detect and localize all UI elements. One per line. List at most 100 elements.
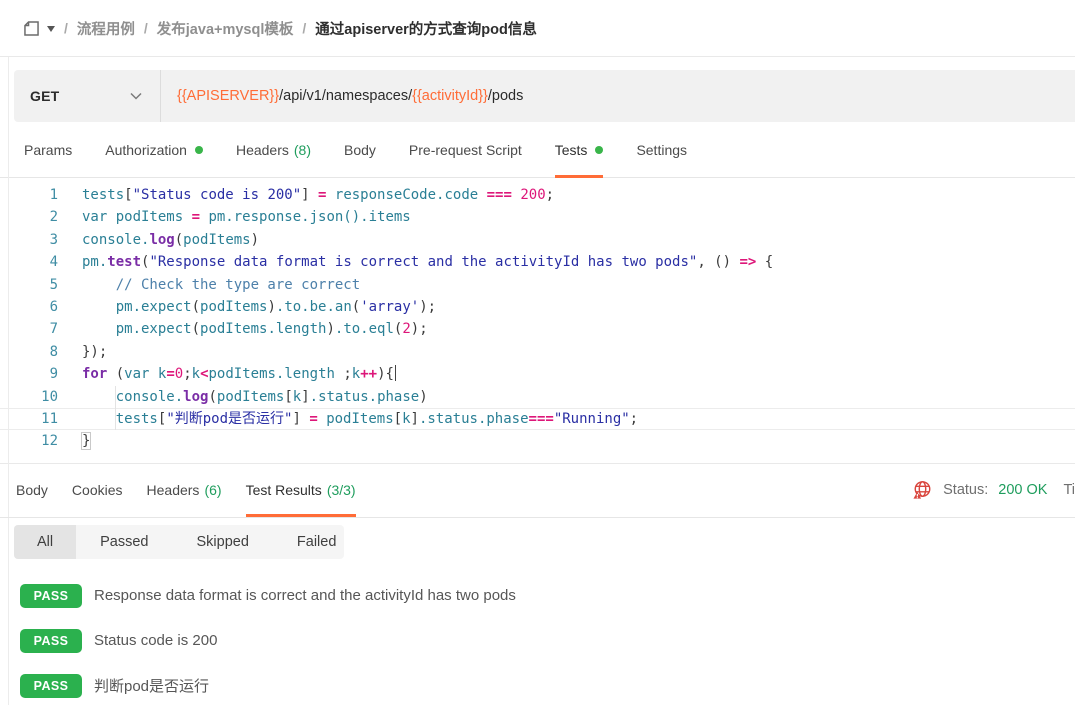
- test-result-label: Response data format is correct and the …: [94, 587, 516, 604]
- tab-headers[interactable]: Headers (8): [236, 123, 311, 178]
- filter-all[interactable]: All: [14, 525, 76, 559]
- tab-label: Test Results: [246, 482, 322, 498]
- tab-label: Authorization: [105, 142, 187, 158]
- test-result-label: 判断pod是否运行: [94, 675, 209, 696]
- test-result-filter: AllPassedSkippedFailed: [14, 525, 344, 559]
- tab-label: Headers: [236, 142, 289, 158]
- tab-label: Params: [24, 142, 72, 158]
- url-path-segment: /pods: [488, 88, 523, 104]
- code-token: test: [107, 254, 141, 270]
- code-line: 10 console.log(podItems[k].status.phase): [0, 386, 1075, 408]
- code-token: =: [192, 209, 200, 225]
- code-token: );: [419, 299, 436, 315]
- method-selector[interactable]: GET: [14, 70, 160, 122]
- code-token: =: [166, 366, 174, 382]
- code-line: 2var podItems = pm.response.json().items: [0, 206, 1075, 228]
- file-icon: [22, 19, 41, 38]
- status-label: Status:: [943, 482, 988, 498]
- filter-skipped[interactable]: Skipped: [173, 525, 273, 559]
- test-result-row[interactable]: PASSStatus code is 200: [20, 629, 1075, 653]
- indent-guide: [115, 408, 116, 430]
- code-token: podItems.length: [200, 321, 326, 337]
- code-token: 2: [402, 321, 410, 337]
- request-url-bar: GET {{APISERVER}}/api/v1/namespaces/{{ac…: [14, 70, 1075, 122]
- code-token: responseCode.code: [326, 187, 486, 203]
- tab-label: Tests: [555, 142, 588, 158]
- code-token: ]: [411, 411, 419, 427]
- url-input[interactable]: {{APISERVER}}/api/v1/namespaces/{{activi…: [161, 88, 1075, 104]
- url-variable: {{APISERVER}}: [177, 88, 279, 104]
- code-content: for (var k=0;k<podItems.length ;k++){: [82, 363, 396, 385]
- filter-failed[interactable]: Failed: [273, 525, 344, 559]
- code-token: (: [175, 232, 183, 248]
- url-variable: {{activityId}}: [412, 88, 488, 104]
- network-error-icon[interactable]: [912, 480, 933, 500]
- tab-settings[interactable]: Settings: [636, 123, 687, 178]
- code-token: podItems: [183, 232, 250, 248]
- code-line: 1tests["Status code is 200"] = responseC…: [0, 184, 1075, 206]
- tab-label: Headers: [147, 482, 200, 498]
- tab-tests[interactable]: Tests: [555, 123, 604, 178]
- breadcrumb-item-folder[interactable]: 发布java+mysql模板: [157, 18, 294, 39]
- tab-count-badge: (8): [294, 142, 311, 158]
- code-token: .status.phase: [310, 389, 420, 405]
- response-tab-cookies[interactable]: Cookies: [72, 464, 123, 517]
- tab-label: Settings: [636, 142, 687, 158]
- code-token: podItems: [217, 389, 284, 405]
- tab-params[interactable]: Params: [24, 123, 72, 178]
- chevron-down-icon: [130, 92, 142, 100]
- code-token: });: [82, 344, 107, 360]
- code-token: k: [192, 366, 200, 382]
- code-token: .to.be.an: [276, 299, 352, 315]
- pass-badge: PASS: [20, 584, 82, 608]
- line-number: 6: [0, 296, 58, 318]
- code-token: <: [200, 366, 208, 382]
- code-token: var k: [124, 366, 166, 382]
- request-title: 通过apiserver的方式查询pod信息: [315, 18, 537, 39]
- code-token: ): [419, 389, 427, 405]
- code-line: 12}: [0, 430, 1075, 452]
- test-result-row[interactable]: PASS判断pod是否运行: [20, 674, 1075, 698]
- code-token: (: [192, 321, 200, 337]
- line-number: 5: [0, 274, 58, 296]
- code-token: ;: [630, 411, 638, 427]
- test-result-row[interactable]: PASS Response data format is correct and …: [20, 584, 1075, 608]
- code-token: .to.eql: [335, 321, 394, 337]
- line-number: 1: [0, 184, 58, 206]
- line-number: 10: [0, 386, 58, 408]
- tab-body[interactable]: Body: [344, 123, 376, 178]
- tab-pre-request-script[interactable]: Pre-request Script: [409, 123, 522, 178]
- code-token: k: [293, 389, 301, 405]
- tab-authorization[interactable]: Authorization: [105, 123, 203, 178]
- code-token: , (): [697, 254, 739, 270]
- code-token: ;: [546, 187, 554, 203]
- filter-passed[interactable]: Passed: [76, 525, 172, 559]
- code-token: [: [284, 389, 292, 405]
- code-token: (: [208, 389, 216, 405]
- code-token: ]: [301, 389, 309, 405]
- response-tab-headers[interactable]: Headers(6): [147, 464, 222, 517]
- code-content: console.log(podItems[k].status.phase): [82, 386, 428, 408]
- code-token: // Check the type are correct: [116, 277, 360, 293]
- code-line: 8});: [0, 341, 1075, 363]
- breadcrumb: / 流程用例 / 发布java+mysql模板 / 通过apiserver的方式…: [0, 0, 1075, 57]
- response-tab-body[interactable]: Body: [16, 464, 48, 517]
- code-token: ===: [487, 187, 512, 203]
- breadcrumb-item-collection[interactable]: 流程用例: [77, 18, 135, 39]
- code-token: ===: [529, 411, 554, 427]
- code-token: ): [326, 321, 334, 337]
- code-token: 0: [175, 366, 183, 382]
- code-token: ): [251, 232, 259, 248]
- code-token: ++: [360, 366, 377, 382]
- code-token: k: [402, 411, 410, 427]
- tab-label: Pre-request Script: [409, 142, 522, 158]
- code-content: pm.expect(podItems.length).to.eql(2);: [82, 318, 428, 340]
- code-token: for: [82, 366, 107, 382]
- code-token: "判断pod是否运行": [166, 411, 292, 427]
- response-tab-test-results[interactable]: Test Results(3/3): [246, 464, 356, 517]
- code-line: 7 pm.expect(podItems.length).to.eql(2);: [0, 318, 1075, 340]
- saved-request-dropdown[interactable]: [22, 19, 55, 38]
- tests-code-editor[interactable]: 1tests["Status code is 200"] = responseC…: [0, 178, 1075, 464]
- code-content: var podItems = pm.response.json().items: [82, 206, 411, 228]
- code-content: pm.test("Response data format is correct…: [82, 251, 773, 273]
